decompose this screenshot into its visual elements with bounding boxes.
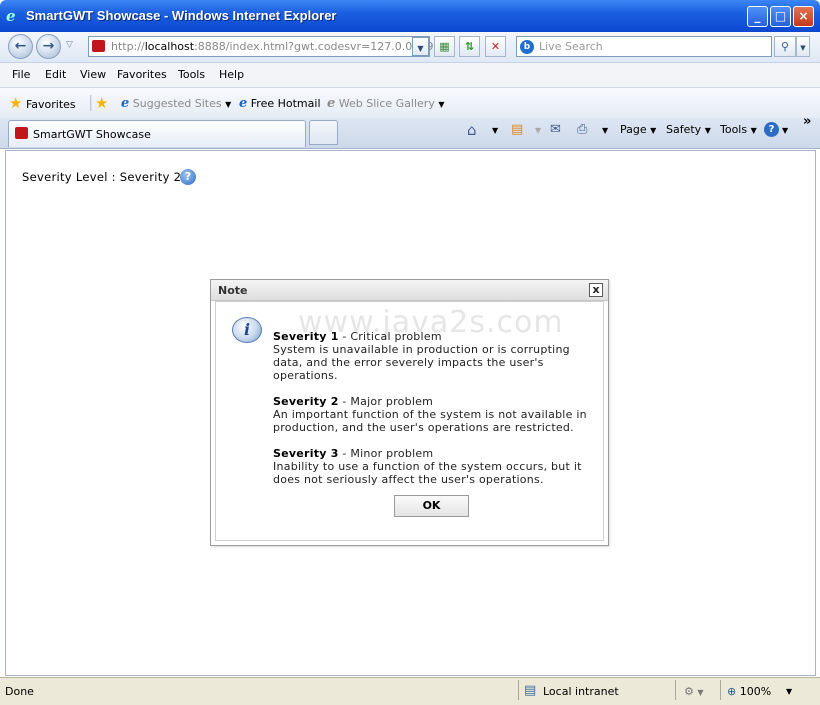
title-bar: e SmartGWT Showcase - Windows Internet E… <box>0 0 820 32</box>
zoom-dropdown-icon[interactable]: ▼ <box>786 687 792 696</box>
live-search-icon: b <box>520 40 534 54</box>
severity-2-description: Severity 2 - Major problem An important … <box>273 395 587 434</box>
tab-label: SmartGWT Showcase <box>33 128 151 141</box>
security-zone[interactable]: Local intranet <box>543 685 619 698</box>
chevron-down-icon[interactable]: ▼ <box>492 126 498 135</box>
menu-edit[interactable]: Edit <box>45 68 66 81</box>
address-url[interactable]: http://localhost:8888/index.html?gwt.cod… <box>111 40 447 53</box>
add-to-favorites-button[interactable]: ★ <box>95 94 108 112</box>
dialog-close-button[interactable]: x <box>589 283 603 297</box>
close-window-button[interactable]: × <box>793 6 814 27</box>
minimize-button[interactable]: _ <box>747 6 768 27</box>
back-arrow-icon: ← <box>14 38 27 54</box>
intranet-zone-icon: ▤ <box>524 683 537 698</box>
forward-arrow-icon: → <box>42 38 55 54</box>
ie-page-icon: e <box>239 96 248 111</box>
menu-favorites[interactable]: Favorites <box>117 68 167 81</box>
stop-icon: ✕ <box>490 40 501 53</box>
menu-tools[interactable]: Tools <box>178 68 205 81</box>
refresh-button[interactable]: ⇅ <box>459 36 480 57</box>
ok-button[interactable]: OK <box>394 495 469 517</box>
dialog-header: Note <box>211 280 608 301</box>
chevron-down-icon[interactable]: ▼ <box>782 126 788 135</box>
chevron-down-icon: ▼ <box>438 100 445 109</box>
status-divider <box>675 680 676 700</box>
severity-3-description: Severity 3 - Minor problem Inability to … <box>273 447 582 486</box>
safety-menu[interactable]: Safety ▼ <box>666 123 711 136</box>
suggested-sites-link[interactable]: e Suggested Sites ▼ <box>121 96 231 111</box>
compatibility-view-button[interactable]: ▦ <box>434 36 455 57</box>
ie-page-icon: e <box>327 96 336 111</box>
severity-level-label: Severity Level : Severity 2 <box>22 170 182 184</box>
history-dropdown-icon[interactable]: ▽ <box>66 40 73 50</box>
window-title: SmartGWT Showcase - Windows Internet Exp… <box>26 8 337 23</box>
read-mail-icon[interactable]: ✉ <box>550 122 561 137</box>
new-tab-button[interactable] <box>309 120 338 145</box>
tools-menu[interactable]: Tools ▼ <box>720 123 757 136</box>
severity-help-icon[interactable]: ? <box>180 169 196 185</box>
address-dropdown-button[interactable]: ▼ <box>412 37 429 56</box>
toolbar-divider: | <box>88 92 94 111</box>
refresh-icon: ⇅ <box>464 40 475 53</box>
stop-button[interactable]: ✕ <box>485 36 506 57</box>
web-slice-gallery-link[interactable]: e Web Slice Gallery ▼ <box>327 96 445 111</box>
chevron-down-icon: ▼ <box>704 126 711 135</box>
search-input[interactable]: Live Search <box>539 40 603 53</box>
more-commands-chevron[interactable]: » <box>803 114 811 129</box>
compatibility-icon: ▦ <box>439 40 450 53</box>
chevron-down-icon: ▼ <box>650 126 657 135</box>
status-text: Done <box>5 685 34 698</box>
tab-favicon-icon <box>15 127 28 139</box>
back-button[interactable]: ← <box>8 34 33 59</box>
page-menu[interactable]: Page ▼ <box>620 123 656 136</box>
address-bar[interactable]: http://localhost:8888/index.html?gwt.cod… <box>88 36 447 57</box>
info-icon: i <box>232 317 262 343</box>
chevron-down-icon: ▼ <box>800 44 806 52</box>
print-icon[interactable]: ⎙ <box>577 122 587 137</box>
protected-mode-icon[interactable]: ⚙ ▼ <box>684 685 704 698</box>
search-options-button[interactable]: ▼ <box>796 36 810 57</box>
add-favorite-star-icon: ★ <box>95 94 109 112</box>
menu-view[interactable]: View <box>80 68 106 81</box>
dialog-title: Note <box>218 284 248 297</box>
status-divider <box>518 680 519 700</box>
zoom-level[interactable]: ⊕ 100% <box>727 685 771 698</box>
ie-page-icon: e <box>121 96 130 111</box>
status-divider <box>720 680 721 700</box>
chevron-down-icon: ▼ <box>535 126 542 135</box>
chevron-down-icon: ▼ <box>225 100 232 109</box>
chevron-down-icon[interactable]: ▼ <box>602 126 608 135</box>
menu-bar: File Edit View Favorites Tools Help <box>0 63 820 88</box>
magnifier-icon: ⚲ <box>780 40 790 53</box>
star-icon: ★ <box>9 94 23 112</box>
zoom-icon: ⊕ <box>727 685 737 698</box>
menu-file[interactable]: File <box>12 68 30 81</box>
help-menu-icon[interactable]: ? <box>764 122 779 137</box>
tab-smartgwt-showcase[interactable]: SmartGWT Showcase <box>8 120 306 147</box>
ie-logo-icon: e <box>6 7 16 25</box>
status-bar: Done ▤ Local intranet ⚙ ▼ ⊕ 100% ▼ <box>0 677 820 705</box>
free-hotmail-link[interactable]: e Free Hotmail <box>239 96 321 111</box>
severity-1-description: Severity 1 - Critical problem System is … <box>273 330 570 382</box>
favorites-button[interactable]: ★ Favorites <box>9 94 76 112</box>
favorites-bar: ★ Favorites | ★ e Suggested Sites ▼ e Fr… <box>0 88 820 118</box>
page-favicon-icon <box>92 40 105 52</box>
feeds-icon[interactable]: ▤ <box>511 122 523 137</box>
forward-button[interactable]: → <box>36 34 61 59</box>
menu-help[interactable]: Help <box>219 68 244 81</box>
chevron-down-icon: ▼ <box>750 126 757 135</box>
home-icon[interactable]: ⌂ <box>467 121 477 139</box>
maximize-button[interactable]: □ <box>770 6 791 27</box>
search-box[interactable]: b Live Search <box>516 36 772 57</box>
search-button[interactable]: ⚲ <box>774 36 796 57</box>
chevron-down-icon: ▼ <box>417 44 424 53</box>
